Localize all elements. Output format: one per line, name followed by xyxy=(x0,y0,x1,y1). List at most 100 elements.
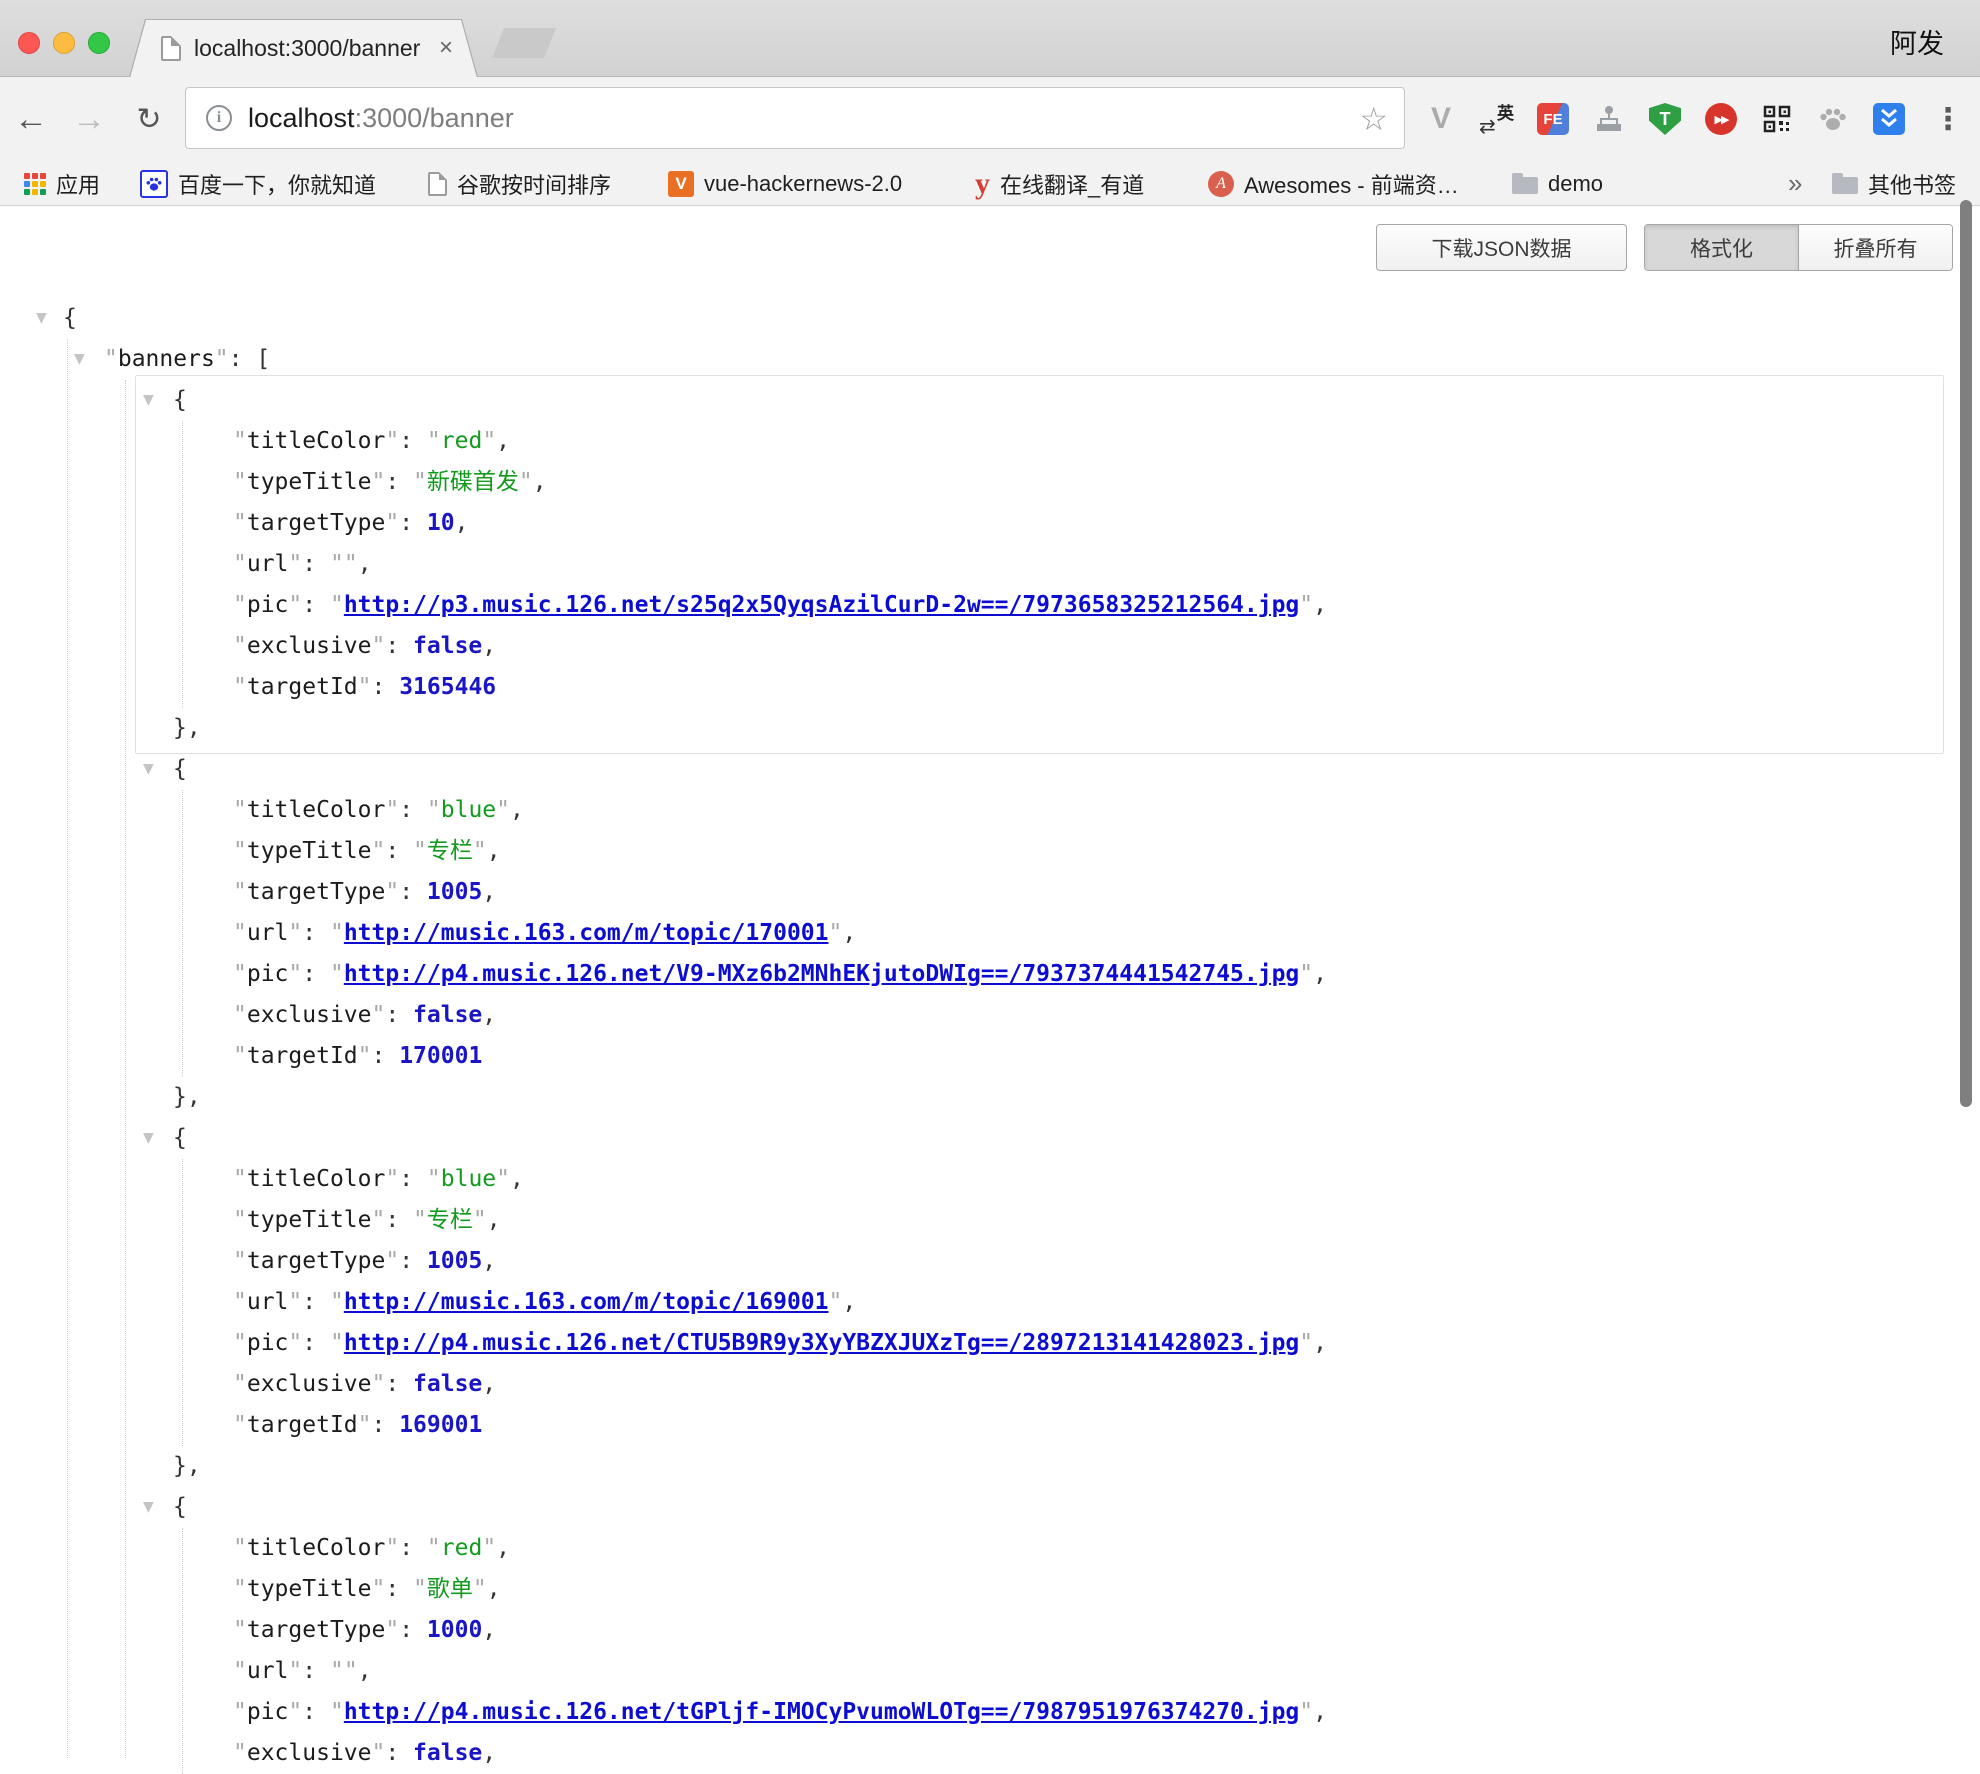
bookmark-label: 谷歌按时间排序 xyxy=(457,168,611,200)
view-mode-button-group: 格式化 折叠所有 xyxy=(1644,224,1953,271)
window-controls xyxy=(18,32,110,54)
json-field-url: "url": "http://music.163.com/m/topic/170… xyxy=(0,913,1950,954)
indent-guide xyxy=(182,1159,183,1446)
json-field-titleColor: "titleColor": "blue", xyxy=(0,790,1950,831)
json-url-link[interactable]: http://music.163.com/m/topic/170001 xyxy=(344,920,829,946)
bookmark-awesomes[interactable]: A Awesomes - 前端资… xyxy=(1208,162,1459,205)
json-object-close: }, xyxy=(0,1446,1950,1487)
json-field-typeTitle: "typeTitle": "专栏", xyxy=(0,831,1950,872)
json-object-close: }, xyxy=(0,708,1950,749)
json-object-open: ▼{ xyxy=(0,1118,1950,1159)
fehelper-icon[interactable]: FE xyxy=(1537,103,1569,135)
json-url-link[interactable]: http://p4.music.126.net/CTU5B9R9y3XyYBZX… xyxy=(344,1330,1299,1356)
collapse-triangle-icon[interactable]: ▼ xyxy=(143,380,154,421)
folder-icon xyxy=(1832,177,1858,194)
bookmark-label: 在线翻译_有道 xyxy=(1000,168,1144,200)
json-field-targetType: "targetType": 1005, xyxy=(0,872,1950,913)
json-url-link[interactable]: http://music.163.com/m/topic/169001 xyxy=(344,1289,829,1315)
org-chart-icon[interactable] xyxy=(1593,103,1625,135)
collapse-triangle-icon[interactable]: ▼ xyxy=(143,1118,154,1159)
bookmark-label: 百度一下，你就知道 xyxy=(178,168,376,200)
bookmark-vue-hackernews[interactable]: V vue-hackernews-2.0 xyxy=(668,162,902,205)
json-field-pic: "pic": "http://p4.music.126.net/tGPljf-I… xyxy=(0,1692,1950,1733)
collapse-triangle-icon[interactable]: ▼ xyxy=(36,298,47,339)
other-bookmarks-label: 其他书签 xyxy=(1868,168,1956,200)
collapse-triangle-icon[interactable]: ▼ xyxy=(143,1487,154,1528)
bookmark-google-sort[interactable]: 谷歌按时间排序 xyxy=(428,162,611,205)
folder-icon xyxy=(1512,177,1538,194)
json-field-url: "url": "", xyxy=(0,1651,1950,1692)
tab-close-icon[interactable]: × xyxy=(439,34,453,62)
json-field-targetType: "targetType": 10, xyxy=(0,503,1950,544)
back-button[interactable]: ← xyxy=(8,77,54,162)
json-field-typeTitle: "typeTitle": "歌单", xyxy=(0,1569,1950,1610)
minimize-window-button[interactable] xyxy=(53,32,75,54)
double-chevron-down-icon[interactable] xyxy=(1873,103,1905,135)
bookmark-star-icon[interactable]: ☆ xyxy=(1359,100,1388,138)
baidu-paw-icon xyxy=(140,170,168,198)
tab-bar: localhost:3000/banner × 阿发 xyxy=(0,0,1980,77)
json-root-open: ▼{ xyxy=(0,298,1950,339)
bookmark-label: 应用 xyxy=(56,168,100,200)
tab-title: localhost:3000/banner xyxy=(194,35,420,62)
browser-menu-icon[interactable]: ⋮ xyxy=(1932,103,1964,135)
bookmark-youdao[interactable]: y 在线翻译_有道 xyxy=(975,162,1144,205)
bookmark-baidu[interactable]: 百度一下，你就知道 xyxy=(140,162,376,205)
bookmark-folder-demo[interactable]: demo xyxy=(1512,162,1603,205)
paw-icon[interactable] xyxy=(1817,103,1849,135)
profile-name[interactable]: 阿发 xyxy=(1890,22,1944,61)
bookmark-label: Awesomes - 前端资… xyxy=(1244,168,1459,200)
scrollbar-thumb[interactable] xyxy=(1960,200,1972,1107)
reload-button[interactable]: ↻ xyxy=(126,77,172,162)
json-object: ▼{"titleColor": "blue","typeTitle": "专栏"… xyxy=(0,1118,1950,1487)
vue-v-icon: V xyxy=(668,171,694,197)
download-json-button[interactable]: 下载JSON数据 xyxy=(1376,224,1627,271)
vue-devtools-icon[interactable]: V xyxy=(1425,103,1457,135)
json-field-targetId: "targetId": 170001 xyxy=(0,1036,1950,1077)
collapse-triangle-icon[interactable]: ▼ xyxy=(74,339,85,380)
json-object: ▼{"titleColor": "red","typeTitle": "新碟首发… xyxy=(0,380,1950,749)
browser-toolbar: ← → ↻ i localhost:3000/banner ☆ V 英 ⇄ FE… xyxy=(0,77,1980,162)
bookmark-apps[interactable]: 应用 xyxy=(24,162,100,205)
translate-arrow-glyph: ⇄ xyxy=(1479,114,1496,139)
json-url-link[interactable]: http://p4.music.126.net/V9-MXz6b2MNhEKju… xyxy=(344,961,1299,987)
json-url-link[interactable]: http://p4.music.126.net/tGPljf-IMOCyPvum… xyxy=(344,1699,1299,1725)
json-object-open: ▼{ xyxy=(0,1487,1950,1528)
json-field-pic: "pic": "http://p4.music.126.net/CTU5B9R9… xyxy=(0,1323,1950,1364)
json-field-targetType: "targetType": 1005, xyxy=(0,1241,1950,1282)
video-helper-icon[interactable]: ▶▶ xyxy=(1705,103,1737,135)
translate-icon[interactable]: 英 ⇄ xyxy=(1481,103,1513,135)
address-bar[interactable]: i localhost:3000/banner ☆ xyxy=(185,87,1405,149)
page-info-icon[interactable]: i xyxy=(206,105,232,131)
tampermonkey-icon[interactable]: T xyxy=(1649,103,1681,135)
other-bookmarks-folder[interactable]: 其他书签 xyxy=(1832,162,1956,205)
json-field-exclusive: "exclusive": false, xyxy=(0,995,1950,1036)
json-field-exclusive: "exclusive": false, xyxy=(0,626,1950,667)
json-field-typeTitle: "typeTitle": "专栏", xyxy=(0,1200,1950,1241)
forward-button: → xyxy=(66,77,112,162)
json-field-exclusive: "exclusive": false, xyxy=(0,1364,1950,1405)
json-array-open: ▼"banners": [ xyxy=(0,339,1950,380)
json-url-link[interactable]: http://p3.music.126.net/s25q2x5QyqsAzilC… xyxy=(344,592,1299,618)
translate-zh-glyph: 英 xyxy=(1497,99,1514,124)
url-text[interactable]: localhost:3000/banner xyxy=(248,103,514,134)
indent-guide xyxy=(182,421,183,708)
json-object: ▼{"titleColor": "red","typeTitle": "歌单",… xyxy=(0,1487,1950,1774)
collapse-triangle-icon[interactable]: ▼ xyxy=(143,749,154,790)
json-field-pic: "pic": "http://p3.music.126.net/s25q2x5Q… xyxy=(0,585,1950,626)
zoom-window-button[interactable] xyxy=(88,32,110,54)
active-tab[interactable]: localhost:3000/banner × xyxy=(130,20,477,78)
bookmarks-overflow-chevron-icon[interactable]: » xyxy=(1788,162,1802,205)
json-field-targetId: "targetId": 169001 xyxy=(0,1405,1950,1446)
awesomes-a-icon: A xyxy=(1208,171,1234,197)
apps-grid-icon xyxy=(24,173,46,195)
collapse-all-button[interactable]: 折叠所有 xyxy=(1799,225,1952,270)
indent-guide xyxy=(182,790,183,1077)
qr-code-icon[interactable] xyxy=(1761,103,1793,135)
close-window-button[interactable] xyxy=(18,32,40,54)
json-object-close: }, xyxy=(0,1077,1950,1118)
new-tab-button[interactable] xyxy=(492,28,556,58)
json-tree: ▼{▼"banners": [▼{"titleColor": "red","ty… xyxy=(0,298,1950,1758)
json-field-titleColor: "titleColor": "red", xyxy=(0,421,1950,462)
format-button[interactable]: 格式化 xyxy=(1645,225,1799,270)
